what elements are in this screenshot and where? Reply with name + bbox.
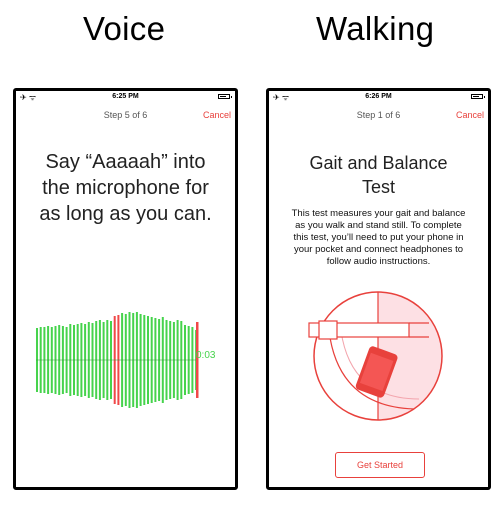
voice-prompt-line: Say “Aaaaah” into xyxy=(45,151,206,173)
description-line: as you walk and stand still. To complete xyxy=(295,220,462,231)
voice-phone-screen: ✈ ᯤ 6:25 PM Step 5 of 6 Cancel Say “Aaaa… xyxy=(13,88,238,490)
status-time: 6:26 PM xyxy=(365,93,392,100)
battery-icon xyxy=(218,94,232,99)
status-bar: ✈ ᯤ 6:26 PM xyxy=(269,91,488,103)
walking-title-line: Gait and Balance xyxy=(309,153,448,173)
walking-description: This test measures your gait and balance… xyxy=(283,208,474,268)
walking-title: Gait and Balance Test xyxy=(269,151,488,199)
status-bar: ✈ ᯤ 6:25 PM xyxy=(16,91,235,103)
description-line: follow audio instructions. xyxy=(326,256,431,267)
voice-panel-title: Voice xyxy=(83,10,166,47)
voice-prompt: Say “Aaaaah” into the microphone for as … xyxy=(16,149,235,227)
battery-icon xyxy=(471,94,485,99)
phone-in-pocket-illustration xyxy=(308,291,443,421)
cancel-button[interactable]: Cancel xyxy=(203,110,231,120)
walking-title-line: Test xyxy=(361,177,395,197)
nav-bar: Step 1 of 6 Cancel xyxy=(269,105,488,125)
recording-timer: 0:03 xyxy=(196,350,216,361)
status-time: 6:25 PM xyxy=(112,93,139,100)
description-line: this test, you’ll need to put your phone… xyxy=(293,232,464,243)
description-line: This test measures your gait and balance xyxy=(291,208,466,219)
cancel-button[interactable]: Cancel xyxy=(456,110,484,120)
voice-prompt-line: the microphone for xyxy=(42,177,209,199)
voice-prompt-line: as long as you can. xyxy=(39,203,212,225)
pocket-graphic xyxy=(328,292,442,420)
description-line: your pocket and connect headphones to xyxy=(293,244,463,255)
get-started-button[interactable]: Get Started xyxy=(335,452,425,478)
walking-panel-title: Walking xyxy=(316,10,435,47)
walking-phone-screen: ✈ ᯤ 6:26 PM Step 1 of 6 Cancel Gait and … xyxy=(266,88,491,490)
nav-bar: Step 5 of 6 Cancel xyxy=(16,105,235,125)
